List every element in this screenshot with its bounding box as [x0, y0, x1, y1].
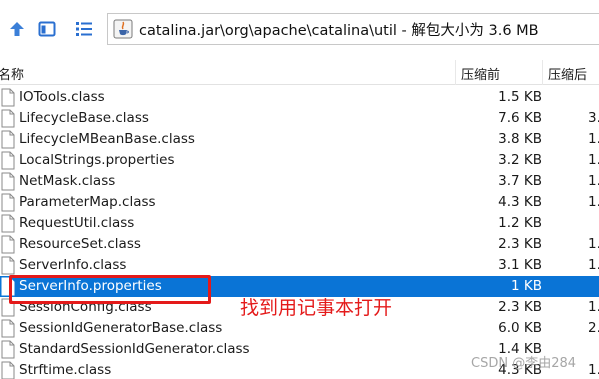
- file-compressed-size: 1.: [588, 299, 599, 315]
- file-name: IOTools.class: [19, 89, 105, 105]
- file-icon: [1, 172, 15, 191]
- file-row[interactable]: ServerInfo.class 3.1 KB 1.: [0, 255, 599, 276]
- file-compressed-size: 3.: [588, 110, 599, 126]
- watermark: CSDN @李由284: [471, 356, 577, 371]
- file-compressed-size: 2.: [588, 320, 599, 336]
- file-name: LifecycleMBeanBase.class: [19, 131, 195, 147]
- file-compressed-size: 1.: [588, 194, 599, 210]
- path-text: catalina.jar\org\apache\catalina\util - …: [139, 22, 539, 39]
- file-row[interactable]: LifecycleBase.class 7.6 KB 3.: [0, 108, 599, 129]
- folder-icon[interactable]: [36, 18, 58, 40]
- annotation-highlight-box: [9, 275, 211, 304]
- file-compressed-size: 1.: [588, 152, 599, 168]
- column-compressed-size[interactable]: 压缩后: [548, 64, 587, 83]
- file-packed-size: 3.8 KB: [498, 131, 542, 147]
- file-packed-size: 2.3 KB: [498, 236, 542, 252]
- file-compressed-size: 1.: [588, 362, 599, 378]
- toolbar: catalina.jar\org\apache\catalina\util - …: [0, 0, 599, 60]
- file-name: ResourceSet.class: [19, 236, 141, 252]
- file-packed-size: 1 KB: [511, 278, 542, 294]
- file-icon: [1, 130, 15, 149]
- file-packed-size: 1.5 KB: [498, 89, 542, 105]
- file-name: Strftime.class: [19, 362, 112, 378]
- file-icon: [1, 88, 15, 107]
- file-packed-size: 6.0 KB: [498, 320, 542, 336]
- up-arrow-icon[interactable]: [6, 18, 28, 40]
- file-name: StandardSessionIdGenerator.class: [19, 341, 250, 357]
- file-row[interactable]: ParameterMap.class 4.3 KB 1.: [0, 192, 599, 213]
- file-row[interactable]: ResourceSet.class 2.3 KB 1.: [0, 234, 599, 255]
- file-row[interactable]: SessionIdGeneratorBase.class 6.0 KB 2.: [0, 318, 599, 339]
- file-name: LifecycleBase.class: [19, 110, 149, 126]
- file-row[interactable]: LifecycleMBeanBase.class 3.8 KB 1.: [0, 129, 599, 150]
- file-icon: [1, 361, 15, 379]
- file-icon: [1, 256, 15, 275]
- file-list: IOTools.class 1.5 KB LifecycleBase.class 7.…: [0, 87, 599, 379]
- file-packed-size: 3.7 KB: [498, 173, 542, 189]
- file-row[interactable]: LocalStrings.properties 3.2 KB 1.: [0, 150, 599, 171]
- file-compressed-size: 1.: [588, 236, 599, 252]
- file-icon: [1, 319, 15, 338]
- file-compressed-size: 1.: [588, 257, 599, 273]
- file-name: SessionIdGeneratorBase.class: [19, 320, 223, 336]
- file-compressed-size: 1.: [588, 131, 599, 147]
- file-packed-size: 3.2 KB: [498, 152, 542, 168]
- file-name: ParameterMap.class: [19, 194, 156, 210]
- file-name: RequestUtil.class: [19, 215, 135, 231]
- file-icon: [1, 340, 15, 359]
- file-icon: [1, 151, 15, 170]
- file-compressed-size: 1.: [588, 173, 599, 189]
- file-name: LocalStrings.properties: [19, 152, 175, 168]
- file-row[interactable]: NetMask.class 3.7 KB 1.: [0, 171, 599, 192]
- file-name: NetMask.class: [19, 173, 116, 189]
- file-row[interactable]: IOTools.class 1.5 KB: [0, 87, 599, 108]
- column-header: 名称 压缩前 压缩后: [0, 60, 599, 85]
- file-icon: [1, 193, 15, 212]
- file-icon: [1, 235, 15, 254]
- path-bar[interactable]: catalina.jar\org\apache\catalina\util - …: [107, 13, 599, 45]
- file-packed-size: 3.1 KB: [498, 257, 542, 273]
- column-divider[interactable]: [542, 60, 543, 85]
- file-packed-size: 1.2 KB: [498, 215, 542, 231]
- java-archive-icon: [112, 18, 134, 40]
- column-packed-size[interactable]: 压缩前: [461, 64, 500, 83]
- column-name[interactable]: 名称: [0, 64, 24, 83]
- column-divider[interactable]: [455, 60, 456, 85]
- file-icon: [1, 214, 15, 233]
- file-packed-size: 4.3 KB: [498, 194, 542, 210]
- list-view-icon[interactable]: [73, 18, 95, 40]
- file-packed-size: 7.6 KB: [498, 110, 542, 126]
- file-row[interactable]: RequestUtil.class 1.2 KB: [0, 213, 599, 234]
- file-icon: [1, 109, 15, 128]
- annotation-text: 找到用记事本打开: [240, 297, 393, 319]
- file-packed-size: 2.3 KB: [498, 299, 542, 315]
- file-name: ServerInfo.class: [19, 257, 127, 273]
